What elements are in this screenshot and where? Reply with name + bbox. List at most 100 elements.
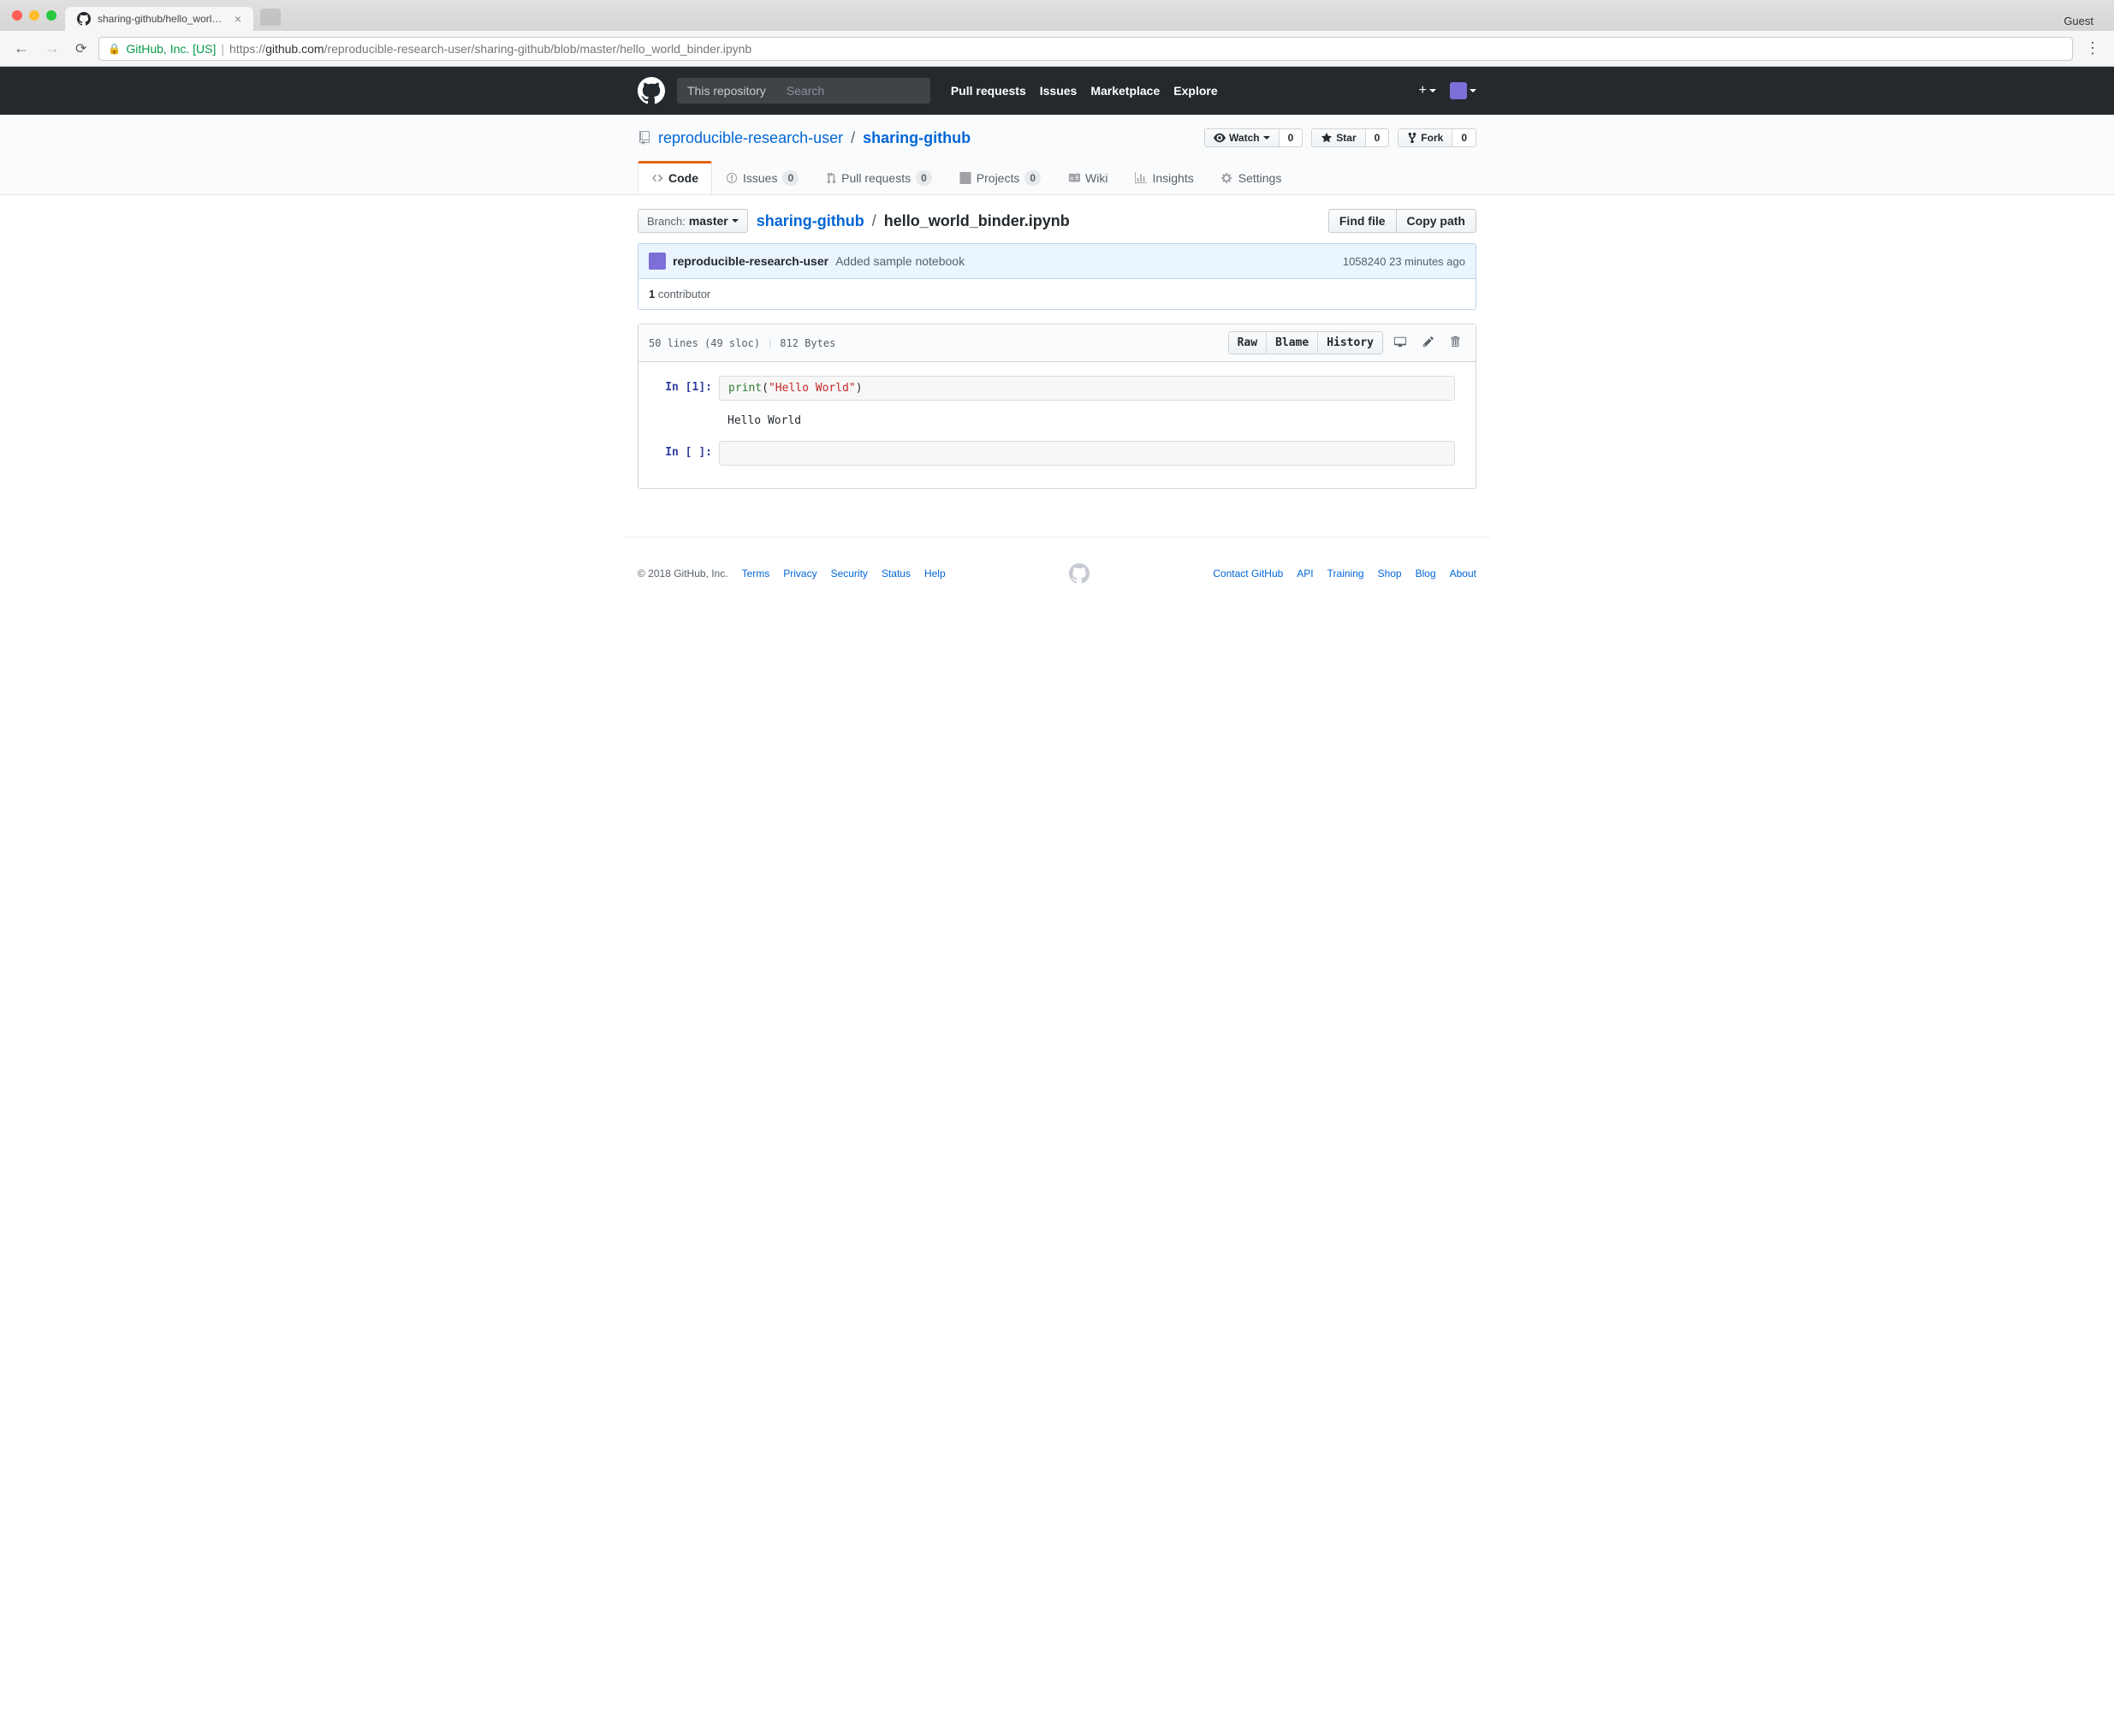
branch-select[interactable]: Branch: master <box>638 209 748 233</box>
github-logo-icon[interactable] <box>638 77 665 104</box>
repo-name-link[interactable]: sharing-github <box>863 129 971 146</box>
reload-button[interactable]: ⟳ <box>72 37 90 61</box>
project-icon <box>959 172 971 184</box>
footer-privacy[interactable]: Privacy <box>783 568 817 580</box>
user-menu[interactable] <box>1450 82 1476 99</box>
browser-menu-icon[interactable]: ⋮ <box>2081 39 2104 57</box>
search-input[interactable] <box>776 78 930 104</box>
footer-security[interactable]: Security <box>831 568 868 580</box>
notebook-render: In [1]: print("Hello World") . Hello Wor… <box>638 362 1476 488</box>
star-icon <box>1321 132 1333 144</box>
book-icon <box>1068 172 1080 184</box>
nav-issues[interactable]: Issues <box>1040 84 1078 98</box>
history-button[interactable]: History <box>1318 332 1382 354</box>
commit-message[interactable]: Added sample notebook <box>835 254 965 268</box>
create-new-menu[interactable]: + <box>1419 83 1436 98</box>
address-bar[interactable]: 🔒 GitHub, Inc. [US] | https://github.com… <box>98 37 2073 61</box>
nav-marketplace[interactable]: Marketplace <box>1090 84 1160 98</box>
footer-help[interactable]: Help <box>924 568 946 580</box>
caret-down-icon <box>1429 89 1436 92</box>
footer-copyright: © 2018 GitHub, Inc. <box>638 568 728 580</box>
blame-button[interactable]: Blame <box>1267 332 1318 354</box>
close-tab-icon[interactable]: × <box>235 12 241 26</box>
nav-pull-requests[interactable]: Pull requests <box>951 84 1026 98</box>
github-mark-icon[interactable] <box>1069 563 1090 584</box>
caret-down-icon <box>1263 136 1270 140</box>
repo-owner-link[interactable]: reproducible-research-user <box>658 129 843 146</box>
lock-icon: 🔒 <box>108 43 121 55</box>
issue-icon <box>726 172 738 184</box>
nav-explore[interactable]: Explore <box>1173 84 1217 98</box>
github-header: This repository Pull requests Issues Mar… <box>0 67 2114 115</box>
repo-title: reproducible-research-user / sharing-git… <box>658 129 971 147</box>
tab-projects[interactable]: Projects0 <box>946 161 1054 194</box>
raw-button[interactable]: Raw <box>1229 332 1267 354</box>
commit-time: 23 minutes ago <box>1389 255 1465 268</box>
footer-api[interactable]: API <box>1297 568 1313 580</box>
watch-count[interactable]: 0 <box>1280 129 1303 146</box>
gear-icon <box>1221 172 1233 184</box>
commit-tease: reproducible-research-user Added sample … <box>638 243 1476 279</box>
forward-button: → <box>41 36 63 61</box>
browser-tab[interactable]: sharing-github/hello_world_bin × <box>65 7 253 31</box>
window-controls <box>9 10 65 26</box>
caret-down-icon <box>732 219 739 223</box>
breadcrumb-file: hello_world_binder.ipynb <box>884 212 1070 229</box>
footer-status[interactable]: Status <box>882 568 911 580</box>
eye-icon <box>1214 132 1226 144</box>
browser-chrome: sharing-github/hello_world_bin × Guest ←… <box>0 0 2114 67</box>
cell-input: print("Hello World") <box>719 376 1455 401</box>
caret-down-icon <box>1470 89 1476 92</box>
maximize-window-icon[interactable] <box>46 10 56 21</box>
breadcrumb-repo[interactable]: sharing-github <box>757 212 864 229</box>
breadcrumb: sharing-github / hello_world_binder.ipyn… <box>757 212 1070 230</box>
pencil-icon[interactable] <box>1417 332 1440 354</box>
repo-icon <box>638 131 651 145</box>
cell-prompt: In [1]: <box>659 376 719 401</box>
file-lines: 50 lines (49 sloc) <box>649 337 760 349</box>
desktop-icon[interactable] <box>1388 332 1412 354</box>
tab-code[interactable]: Code <box>638 161 712 194</box>
new-tab-button[interactable] <box>260 9 281 26</box>
footer-training[interactable]: Training <box>1327 568 1364 580</box>
commit-sha[interactable]: 1058240 <box>1343 255 1387 268</box>
github-favicon-icon <box>77 12 91 26</box>
watch-button[interactable]: Watch <box>1205 129 1280 146</box>
footer-about[interactable]: About <box>1450 568 1476 580</box>
avatar-icon[interactable] <box>649 253 666 270</box>
star-count[interactable]: 0 <box>1366 129 1389 146</box>
copy-path-button[interactable]: Copy path <box>1396 209 1476 233</box>
fork-button[interactable]: Fork <box>1398 129 1452 146</box>
git-pull-request-icon <box>826 172 836 184</box>
tab-insights[interactable]: Insights <box>1121 161 1207 194</box>
footer-blog[interactable]: Blog <box>1416 568 1436 580</box>
footer-shop[interactable]: Shop <box>1378 568 1402 580</box>
footer-contact[interactable]: Contact GitHub <box>1213 568 1283 580</box>
profile-label[interactable]: Guest <box>2064 9 2105 27</box>
avatar-icon <box>1450 82 1467 99</box>
fork-count[interactable]: 0 <box>1452 129 1476 146</box>
find-file-button[interactable]: Find file <box>1328 209 1396 233</box>
tab-wiki[interactable]: Wiki <box>1054 161 1121 194</box>
star-button[interactable]: Star <box>1312 129 1365 146</box>
footer-terms[interactable]: Terms <box>742 568 770 580</box>
minimize-window-icon[interactable] <box>29 10 39 21</box>
trashcan-icon[interactable] <box>1445 332 1465 354</box>
graph-icon <box>1135 172 1147 184</box>
tab-issues[interactable]: Issues0 <box>712 161 812 194</box>
cell-input <box>719 441 1455 466</box>
file-size: 812 Bytes <box>780 337 835 349</box>
tab-title: sharing-github/hello_world_bin <box>98 13 228 25</box>
tab-settings[interactable]: Settings <box>1208 161 1296 194</box>
contributors: 1 contributor <box>638 279 1476 310</box>
commit-author[interactable]: reproducible-research-user <box>673 254 828 268</box>
search-scope[interactable]: This repository <box>677 78 776 104</box>
fork-icon <box>1407 132 1417 144</box>
code-icon <box>651 172 663 184</box>
close-window-icon[interactable] <box>12 10 22 21</box>
cell-prompt: In [ ]: <box>659 441 719 466</box>
cell-output: Hello World <box>719 409 1455 432</box>
tab-pull-requests[interactable]: Pull requests0 <box>812 161 946 194</box>
back-button[interactable]: ← <box>10 36 33 61</box>
url-org: GitHub, Inc. [US] <box>126 42 216 56</box>
